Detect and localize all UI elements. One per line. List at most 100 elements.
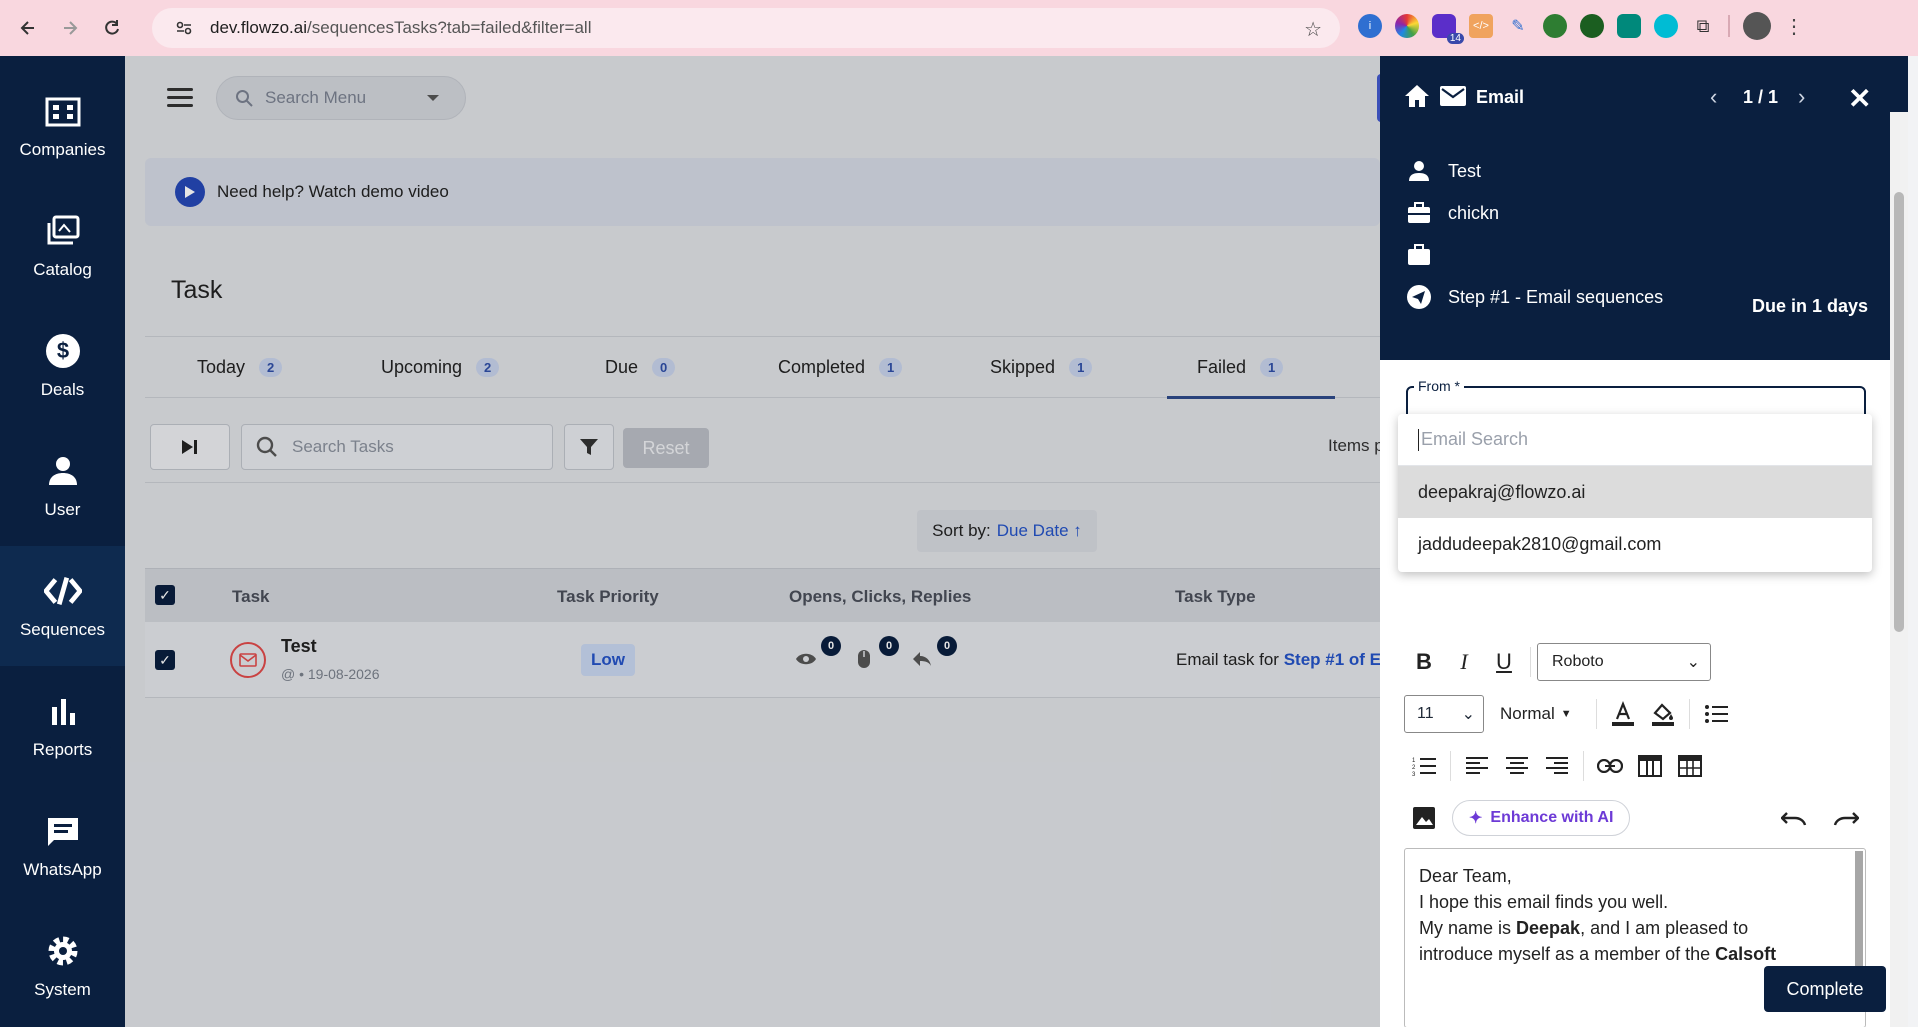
extension-icon[interactable]: i xyxy=(1358,14,1382,38)
forward-icon[interactable] xyxy=(56,14,84,42)
underline-button[interactable]: U xyxy=(1484,642,1524,682)
toolbar-row-4: ✦ Enhance with AI xyxy=(1404,798,1866,838)
tab-count-badge: 1 xyxy=(1260,357,1284,377)
back-icon[interactable] xyxy=(14,14,42,42)
align-right-button[interactable] xyxy=(1537,746,1577,786)
email-option[interactable]: jaddudeepak2810@gmail.com xyxy=(1398,518,1872,570)
tab-upcoming[interactable]: Upcoming 2 xyxy=(381,337,500,397)
column-header-task-type[interactable]: Task Type xyxy=(1175,587,1256,607)
task-name[interactable]: Test xyxy=(281,636,317,657)
row-checkbox[interactable]: ✓ xyxy=(155,650,175,670)
extension-bird-icon[interactable] xyxy=(1543,14,1567,38)
extension-color-icon[interactable] xyxy=(1395,14,1419,38)
svg-text:2: 2 xyxy=(1412,765,1416,771)
mail-icon xyxy=(230,642,266,678)
font-size-select[interactable]: 11 ⌄ xyxy=(1404,695,1484,733)
next-icon[interactable]: › xyxy=(1798,84,1805,110)
briefcase-icon xyxy=(1406,200,1432,226)
sort-selector[interactable]: Sort by: Due Date ↑ xyxy=(917,510,1097,552)
engagement-stats: 0 0 0 xyxy=(795,636,965,670)
column-header-priority[interactable]: Task Priority xyxy=(557,587,659,607)
sort-value[interactable]: Due Date ↑ xyxy=(997,521,1082,541)
select-all-checkbox[interactable]: ✓ xyxy=(155,585,175,605)
extension-circle-icon[interactable] xyxy=(1654,14,1678,38)
column-header-task[interactable]: Task xyxy=(232,587,270,607)
filter-button[interactable] xyxy=(564,424,614,470)
extension-pen-icon[interactable]: ✎ xyxy=(1506,14,1530,38)
more-menu-icon[interactable]: ⋮ xyxy=(1784,14,1804,39)
align-left-button[interactable] xyxy=(1457,746,1497,786)
bookmark-star-icon[interactable]: ☆ xyxy=(1304,17,1322,42)
bullet-list-button[interactable] xyxy=(1696,694,1736,734)
extension-code-icon[interactable]: </> xyxy=(1469,14,1493,38)
extensions-puzzle-icon[interactable]: ⧉ xyxy=(1691,14,1715,38)
block-style-select[interactable]: Normal ▼ xyxy=(1494,704,1590,724)
menu-search-input[interactable]: Search Menu xyxy=(216,76,466,120)
opens-count: 0 xyxy=(821,636,841,656)
email-search-input[interactable]: Email Search xyxy=(1398,414,1872,466)
bold-button[interactable]: B xyxy=(1404,642,1444,682)
enhance-with-ai-button[interactable]: ✦ Enhance with AI xyxy=(1452,800,1631,836)
sidebar-item-user[interactable]: User xyxy=(0,426,125,546)
sidebar-item-deals[interactable]: $ Deals xyxy=(0,306,125,426)
redo-button[interactable] xyxy=(1826,798,1866,838)
home-icon[interactable] xyxy=(1404,84,1430,113)
skip-next-button[interactable] xyxy=(150,424,230,470)
tab-due[interactable]: Due 0 xyxy=(605,337,676,397)
italic-button[interactable]: I xyxy=(1444,642,1484,682)
sidebar-item-whatsapp[interactable]: WhatsApp xyxy=(0,786,125,906)
play-icon[interactable] xyxy=(175,177,205,207)
extension-chat-icon[interactable] xyxy=(1617,14,1641,38)
bar-chart-icon xyxy=(44,692,82,730)
align-center-button[interactable] xyxy=(1497,746,1537,786)
site-settings-icon[interactable] xyxy=(174,18,194,38)
toolbar-row-2: 11 ⌄ Normal ▼ xyxy=(1404,694,1736,734)
previous-icon[interactable]: ‹ xyxy=(1710,84,1717,110)
address-bar[interactable]: dev.flowzo.ai/sequencesTasks?tab=failed&… xyxy=(152,8,1340,48)
link-button[interactable] xyxy=(1590,746,1630,786)
task-search-input[interactable]: Search Tasks xyxy=(241,424,553,470)
tab-failed[interactable]: Failed 1 xyxy=(1166,337,1336,399)
help-text[interactable]: Need help? Watch demo video xyxy=(217,182,449,202)
panel-scrollbar[interactable] xyxy=(1890,112,1908,1027)
tab-count-badge: 2 xyxy=(476,357,500,377)
column-header-engagement[interactable]: Opens, Clicks, Replies xyxy=(789,587,971,607)
font-family-select[interactable]: Roboto ⌄ xyxy=(1537,643,1711,681)
extension-leaf-icon[interactable] xyxy=(1580,14,1604,38)
menu-toggle-icon[interactable] xyxy=(167,88,193,110)
close-icon[interactable]: ✕ xyxy=(1848,82,1871,115)
tab-skipped[interactable]: Skipped 1 xyxy=(990,337,1093,397)
sidebar-item-catalog[interactable]: Catalog xyxy=(0,186,125,306)
editor-scrollbar[interactable] xyxy=(1855,851,1863,971)
task-type-link[interactable]: Step #1 of E xyxy=(1284,650,1381,669)
tab-today[interactable]: Today 2 xyxy=(197,337,283,397)
priority-badge: Low xyxy=(581,644,635,676)
reload-icon[interactable] xyxy=(98,14,126,42)
reset-button[interactable]: Reset xyxy=(623,428,709,468)
sidebar-item-label: Reports xyxy=(32,740,93,759)
highlight-color-button[interactable] xyxy=(1643,694,1683,734)
undo-button[interactable] xyxy=(1774,798,1814,838)
contact-name: Test xyxy=(1448,160,1482,181)
from-label: From * xyxy=(1414,378,1464,394)
toolbar-divider xyxy=(1530,647,1531,677)
sidebar-item-companies[interactable]: Companies xyxy=(0,66,125,186)
skip-next-icon xyxy=(182,440,197,454)
extension-badge-icon[interactable]: 14 xyxy=(1432,14,1464,44)
numbered-list-button[interactable]: 123 xyxy=(1404,746,1444,786)
complete-button[interactable]: Complete xyxy=(1764,966,1886,1012)
table-row[interactable]: ✓ Test @ • 19-08-2026 Low 0 0 0 Email ta… xyxy=(145,622,1381,698)
sidebar-item-system[interactable]: System xyxy=(0,906,125,1026)
rich-text-editor: B I U Roboto ⌄ 11 ⌄ Normal ▼ 123 ✦ Enhan… xyxy=(1404,642,1866,1027)
table-button[interactable] xyxy=(1630,746,1670,786)
sequences-icon xyxy=(43,572,82,610)
profile-avatar[interactable] xyxy=(1743,12,1771,40)
table-settings-button[interactable] xyxy=(1670,746,1710,786)
email-option[interactable]: deepakraj@flowzo.ai xyxy=(1398,466,1872,518)
text-color-button[interactable] xyxy=(1603,694,1643,734)
tab-completed[interactable]: Completed 1 xyxy=(778,337,903,397)
sidebar-item-reports[interactable]: Reports xyxy=(0,666,125,786)
sidebar-item-sequences[interactable]: Sequences xyxy=(0,546,125,666)
help-banner[interactable]: Need help? Watch demo video xyxy=(145,158,1380,226)
insert-image-button[interactable] xyxy=(1404,798,1444,838)
